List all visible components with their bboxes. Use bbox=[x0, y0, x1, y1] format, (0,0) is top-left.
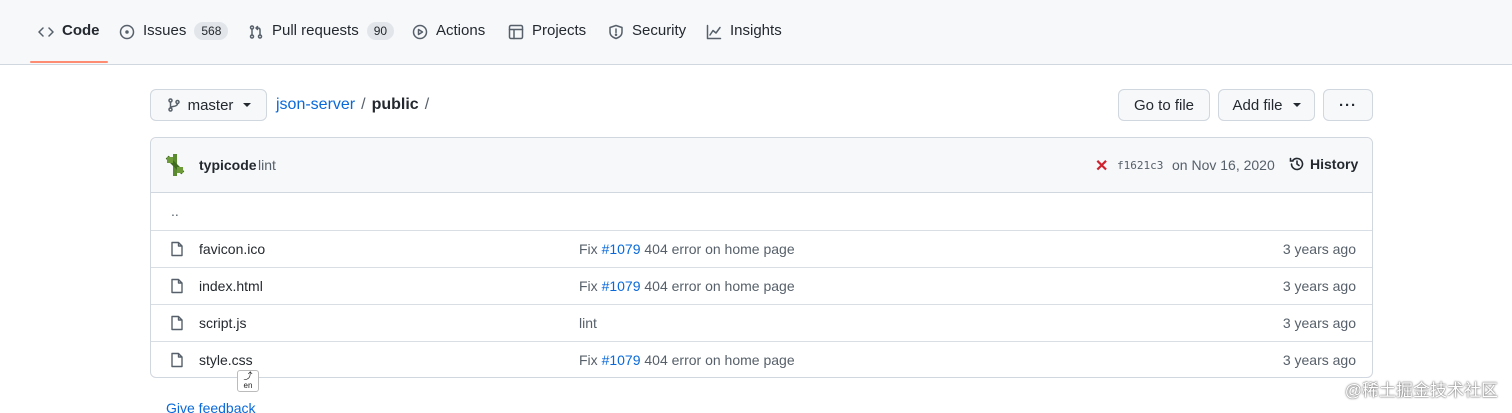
commit-message-prefix: Fix bbox=[579, 278, 602, 294]
commit-message-link[interactable]: lint bbox=[258, 157, 276, 173]
tab-security[interactable]: Security bbox=[608, 22, 686, 62]
give-feedback-link[interactable]: Give feedback bbox=[166, 400, 256, 413]
git-pull-request-icon bbox=[249, 25, 263, 39]
breadcrumb-trailing-separator: / bbox=[424, 96, 430, 113]
file-commit-message: Fix #1079 404 error on home page bbox=[579, 278, 795, 294]
commit-message-prefix: Fix bbox=[579, 241, 602, 257]
kebab-horizontal-icon: ··· bbox=[1339, 96, 1357, 114]
branch-name: master bbox=[187, 96, 234, 114]
commit-author-link[interactable]: typicode bbox=[199, 157, 257, 173]
breadcrumb: json-server / public / bbox=[276, 96, 429, 114]
table-row[interactable]: script.js lint 3 years ago bbox=[151, 304, 1372, 341]
file-name-link[interactable]: script.js bbox=[199, 315, 246, 331]
file-name-link[interactable]: favicon.ico bbox=[199, 241, 265, 257]
issues-count-badge: 568 bbox=[194, 22, 229, 40]
tab-insights[interactable]: Insights bbox=[706, 22, 782, 62]
file-list-box: typicode lint ✕ f1621c3 on Nov 16, 2020 … bbox=[150, 137, 1373, 378]
tab-issues-label: Issues bbox=[143, 22, 187, 39]
parent-directory-row[interactable]: .. bbox=[151, 193, 1372, 230]
go-to-file-label: Go to file bbox=[1133, 96, 1195, 114]
translate-badge-label: en bbox=[243, 381, 253, 390]
file-commit-message: lint bbox=[579, 315, 597, 331]
translate-icon[interactable]: ⤴ en bbox=[237, 370, 259, 392]
add-file-button[interactable]: Add file bbox=[1218, 89, 1315, 121]
branch-select-button[interactable]: master bbox=[150, 89, 267, 121]
file-icon bbox=[169, 278, 185, 294]
file-name-link[interactable]: index.html bbox=[199, 278, 263, 294]
tab-projects[interactable]: Projects bbox=[508, 22, 586, 62]
tab-selected-underline bbox=[30, 61, 108, 63]
table-row[interactable]: index.html Fix #1079 404 error on home p… bbox=[151, 267, 1372, 304]
commit-date: on Nov 16, 2020 bbox=[1172, 157, 1275, 173]
more-options-button[interactable]: ··· bbox=[1323, 89, 1373, 121]
tab-issues[interactable]: Issues 568 bbox=[119, 22, 229, 62]
tab-projects-label: Projects bbox=[532, 22, 587, 39]
breadcrumb-current-dir: public bbox=[371, 96, 419, 113]
tab-actions-label: Actions bbox=[436, 22, 486, 39]
file-icon bbox=[169, 352, 185, 368]
code-icon bbox=[38, 27, 54, 37]
history-icon bbox=[1289, 157, 1304, 171]
watermark: @稀土掘金技术社区 bbox=[1344, 381, 1498, 400]
tab-code[interactable]: Code bbox=[30, 22, 108, 63]
file-name-link[interactable]: style.css bbox=[199, 352, 253, 368]
breadcrumb-repo-link[interactable]: json-server bbox=[276, 96, 355, 114]
go-to-file-button[interactable]: Go to file bbox=[1118, 89, 1210, 121]
issue-link[interactable]: #1079 bbox=[602, 241, 641, 257]
issue-opened-icon bbox=[119, 24, 135, 40]
pull-requests-count-badge: 90 bbox=[366, 22, 395, 40]
file-age: 3 years ago bbox=[1282, 278, 1356, 294]
shield-icon bbox=[609, 24, 623, 40]
tab-insights-label: Insights bbox=[730, 22, 782, 39]
commit-sha-link[interactable]: f1621c3 bbox=[1117, 159, 1163, 172]
commit-message-link[interactable]: lint bbox=[579, 315, 597, 331]
tab-pull-requests[interactable]: Pull requests 90 bbox=[248, 22, 395, 62]
issue-link[interactable]: #1079 bbox=[602, 278, 641, 294]
parent-directory-link[interactable]: .. bbox=[171, 203, 179, 219]
table-row[interactable]: favicon.ico Fix #1079 404 error on home … bbox=[151, 230, 1372, 267]
file-commit-message: Fix #1079 404 error on home page bbox=[579, 352, 795, 368]
graph-icon bbox=[706, 24, 722, 40]
history-link[interactable]: History bbox=[1289, 156, 1358, 172]
file-age: 3 years ago bbox=[1282, 241, 1356, 257]
tab-security-label: Security bbox=[632, 22, 687, 39]
file-icon bbox=[169, 315, 185, 331]
file-age: 3 years ago bbox=[1282, 315, 1356, 331]
commit-message-suffix: 404 error on home page bbox=[640, 352, 795, 368]
breadcrumb-separator: / bbox=[361, 96, 366, 113]
file-icon bbox=[169, 241, 185, 257]
chevron-down-icon bbox=[243, 103, 252, 107]
tab-pull-requests-label: Pull requests bbox=[272, 22, 359, 39]
latest-commit-bar: typicode lint ✕ f1621c3 on Nov 16, 2020 … bbox=[151, 138, 1372, 193]
table-row[interactable]: style.css Fix #1079 404 error on home pa… bbox=[151, 341, 1372, 377]
file-commit-message: Fix #1079 404 error on home page bbox=[579, 241, 795, 257]
tab-code-label: Code bbox=[62, 22, 100, 39]
avatar[interactable] bbox=[164, 154, 186, 176]
git-branch-icon bbox=[167, 98, 180, 112]
play-icon bbox=[412, 24, 428, 40]
commit-message-suffix: 404 error on home page bbox=[640, 278, 795, 294]
issue-link[interactable]: #1079 bbox=[602, 352, 641, 368]
file-age: 3 years ago bbox=[1282, 352, 1356, 368]
table-icon bbox=[508, 24, 524, 40]
history-label: History bbox=[1310, 156, 1359, 172]
repo-tab-nav: Code Issues 568 Pull requests 90 Actions… bbox=[0, 0, 1512, 65]
add-file-label: Add file bbox=[1232, 96, 1283, 114]
commit-message-suffix: 404 error on home page bbox=[640, 241, 795, 257]
chevron-down-icon bbox=[1292, 103, 1301, 107]
tab-actions[interactable]: Actions bbox=[412, 22, 485, 62]
commit-message-prefix: Fix bbox=[579, 352, 602, 368]
x-icon[interactable]: ✕ bbox=[1095, 156, 1108, 176]
